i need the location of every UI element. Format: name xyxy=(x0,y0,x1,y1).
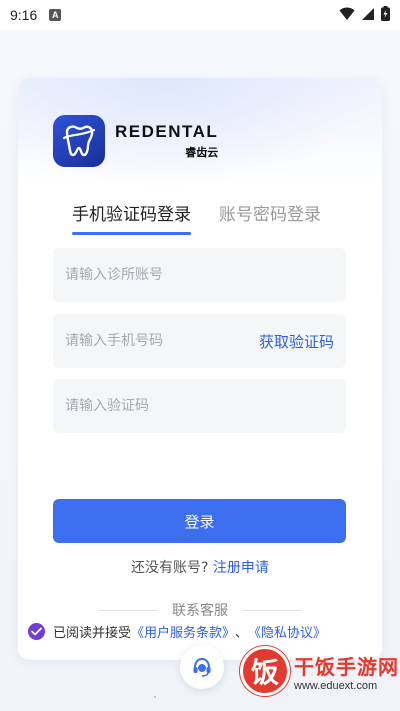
agreement-checkbox[interactable] xyxy=(28,623,45,640)
tab-sms-login[interactable]: 手机验证码登录 xyxy=(72,200,191,235)
brand-logo: REDENTAL 睿齿云 xyxy=(53,115,218,167)
login-button[interactable]: 登录 xyxy=(53,499,346,543)
login-card: REDENTAL 睿齿云 手机验证码登录 账号密码登录 获取验证码 登录 还没有… xyxy=(18,78,382,660)
site-watermark: 饭 干饭手游网 www.eduext.com xyxy=(240,640,400,702)
dot xyxy=(154,696,156,698)
support-row: 联系客服 xyxy=(18,600,382,620)
register-prompt: 还没有账号? xyxy=(131,560,209,576)
status-icons xyxy=(339,5,390,25)
login-tabs: 手机验证码登录 账号密码登录 xyxy=(72,200,349,235)
brand-text: REDENTAL 睿齿云 xyxy=(115,122,218,160)
phone-input[interactable] xyxy=(65,333,259,349)
divider-left xyxy=(98,609,158,611)
clinic-account-field xyxy=(53,248,346,302)
phone-field: 获取验证码 xyxy=(53,314,346,368)
agreement-separator: 、 xyxy=(235,626,249,641)
battery-icon xyxy=(381,5,390,25)
brand-name-cn: 睿齿云 xyxy=(185,146,219,159)
clinic-account-input[interactable] xyxy=(65,267,334,283)
register-line: 还没有账号? 注册申请 xyxy=(18,557,382,577)
wifi-icon xyxy=(339,6,355,25)
privacy-link[interactable]: 《隐私协议》 xyxy=(248,622,326,641)
tooth-logo-icon xyxy=(53,115,105,167)
headset-icon xyxy=(193,657,211,677)
watermark-title: 干饭手游网 xyxy=(294,654,399,679)
code-input[interactable] xyxy=(65,398,334,414)
agreement-row: 已阅读并接受 《用户服务条款》 、 《隐私协议》 xyxy=(28,622,388,641)
status-bar: 9:16 A xyxy=(0,0,400,30)
watermark-url: www.eduext.com xyxy=(294,679,378,692)
code-field xyxy=(53,379,346,433)
customer-service-button[interactable] xyxy=(180,645,224,689)
watermark-logo: 饭 xyxy=(240,646,290,696)
divider-right xyxy=(242,609,302,611)
status-time: 9:16 xyxy=(10,7,38,23)
signal-icon xyxy=(361,6,375,25)
register-link[interactable]: 注册申请 xyxy=(213,560,269,576)
watermark-text: 干饭手游网 www.eduext.com xyxy=(294,651,399,692)
tab-password-login[interactable]: 账号密码登录 xyxy=(219,200,321,235)
check-icon xyxy=(31,627,42,636)
agreement-prefix: 已阅读并接受 xyxy=(53,626,132,641)
brand-name-en: REDENTAL xyxy=(115,122,219,141)
support-label: 联系客服 xyxy=(172,603,228,619)
notification-icon: A xyxy=(49,9,62,21)
get-code-button[interactable]: 获取验证码 xyxy=(259,331,334,352)
terms-link[interactable]: 《用户服务条款》 xyxy=(131,622,235,641)
